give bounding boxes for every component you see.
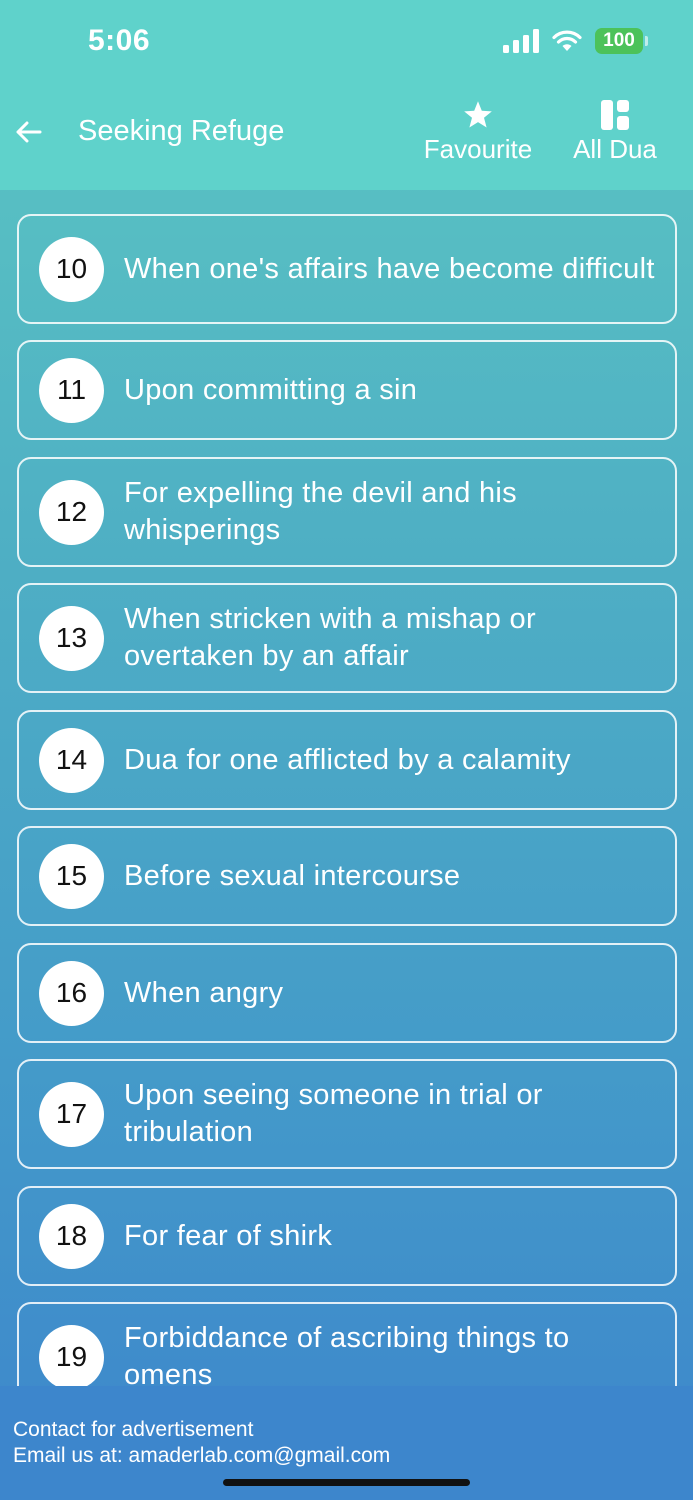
advertisement-email-text[interactable]: Email us at: amaderlab.com@gmail.com <box>13 1444 390 1468</box>
dua-number-badge: 10 <box>39 236 104 302</box>
dua-list-item[interactable]: 15 Before sexual intercourse <box>17 826 677 926</box>
dua-list-item[interactable]: 13 When stricken with a mishap or overta… <box>17 583 677 693</box>
status-time: 5:06 <box>88 24 151 57</box>
dua-title: When stricken with a mishap or overtaken… <box>124 603 536 672</box>
dua-list: 10 When one's affairs have become diffic… <box>17 214 677 1386</box>
dua-list-item[interactable]: 17 Upon seeing someone in trial or tribu… <box>17 1059 677 1169</box>
battery-indicator: 100 <box>595 28 648 54</box>
dua-title: For expelling the devil and his whisperi… <box>124 477 517 546</box>
dua-number-badge: 16 <box>39 960 104 1026</box>
dua-list-item[interactable]: 18 For fear of shirk <box>17 1186 677 1286</box>
page-title: Seeking Refuge <box>78 115 285 147</box>
dua-number-badge: 18 <box>39 1203 104 1269</box>
dua-title: Forbiddance of ascribing things to omens <box>124 1322 570 1386</box>
dua-number-badge: 19 <box>39 1324 104 1386</box>
favourite-label: Favourite <box>423 134 533 164</box>
favourite-button[interactable]: Favourite <box>418 100 538 165</box>
dua-number-badge: 11 <box>39 357 104 423</box>
all-dua-label: All Dua <box>573 134 657 164</box>
dua-title: When one's affairs have become difficult <box>124 252 655 285</box>
dua-title: Upon seeing someone in trial or tribulat… <box>124 1079 543 1148</box>
dua-list-item[interactable]: 19 Forbiddance of ascribing things to om… <box>17 1302 677 1386</box>
home-indicator[interactable] <box>223 1479 470 1486</box>
arrow-left-icon <box>16 121 42 143</box>
dua-title: Upon committing a sin <box>124 373 418 406</box>
dua-list-item[interactable]: 14 Dua for one afflicted by a calamity <box>17 710 677 810</box>
dua-number-badge: 13 <box>39 605 104 671</box>
dua-title: When angry <box>124 976 284 1009</box>
star-icon <box>464 101 492 128</box>
dua-list-item[interactable]: 12 For expelling the devil and his whisp… <box>17 457 677 567</box>
dua-list-item[interactable]: 10 When one's affairs have become diffic… <box>17 214 677 324</box>
dua-number-badge: 15 <box>39 843 104 909</box>
dua-title: Dua for one afflicted by a calamity <box>124 743 571 776</box>
dua-number-badge: 12 <box>39 479 104 545</box>
status-icons: 100 <box>503 28 648 54</box>
cellular-signal-icon <box>503 29 539 53</box>
advertisement-contact-text: Contact for advertisement <box>13 1418 254 1441</box>
dua-number-badge: 14 <box>39 727 104 793</box>
back-button[interactable] <box>10 112 46 152</box>
dua-title: Before sexual intercourse <box>124 859 461 892</box>
dua-list-item[interactable]: 16 When angry <box>17 943 677 1043</box>
dashboard-grid-icon <box>601 100 629 130</box>
status-bar: 5:06 100 <box>0 0 693 82</box>
app-header: 5:06 100 Seeking Refuge Favourite All Du… <box>0 0 693 190</box>
wifi-icon <box>552 30 582 51</box>
dua-title: For fear of shirk <box>124 1219 333 1252</box>
dua-number-badge: 17 <box>39 1081 104 1147</box>
all-dua-button[interactable]: All Dua <box>565 100 665 165</box>
dua-list-item[interactable]: 11 Upon committing a sin <box>17 340 677 440</box>
